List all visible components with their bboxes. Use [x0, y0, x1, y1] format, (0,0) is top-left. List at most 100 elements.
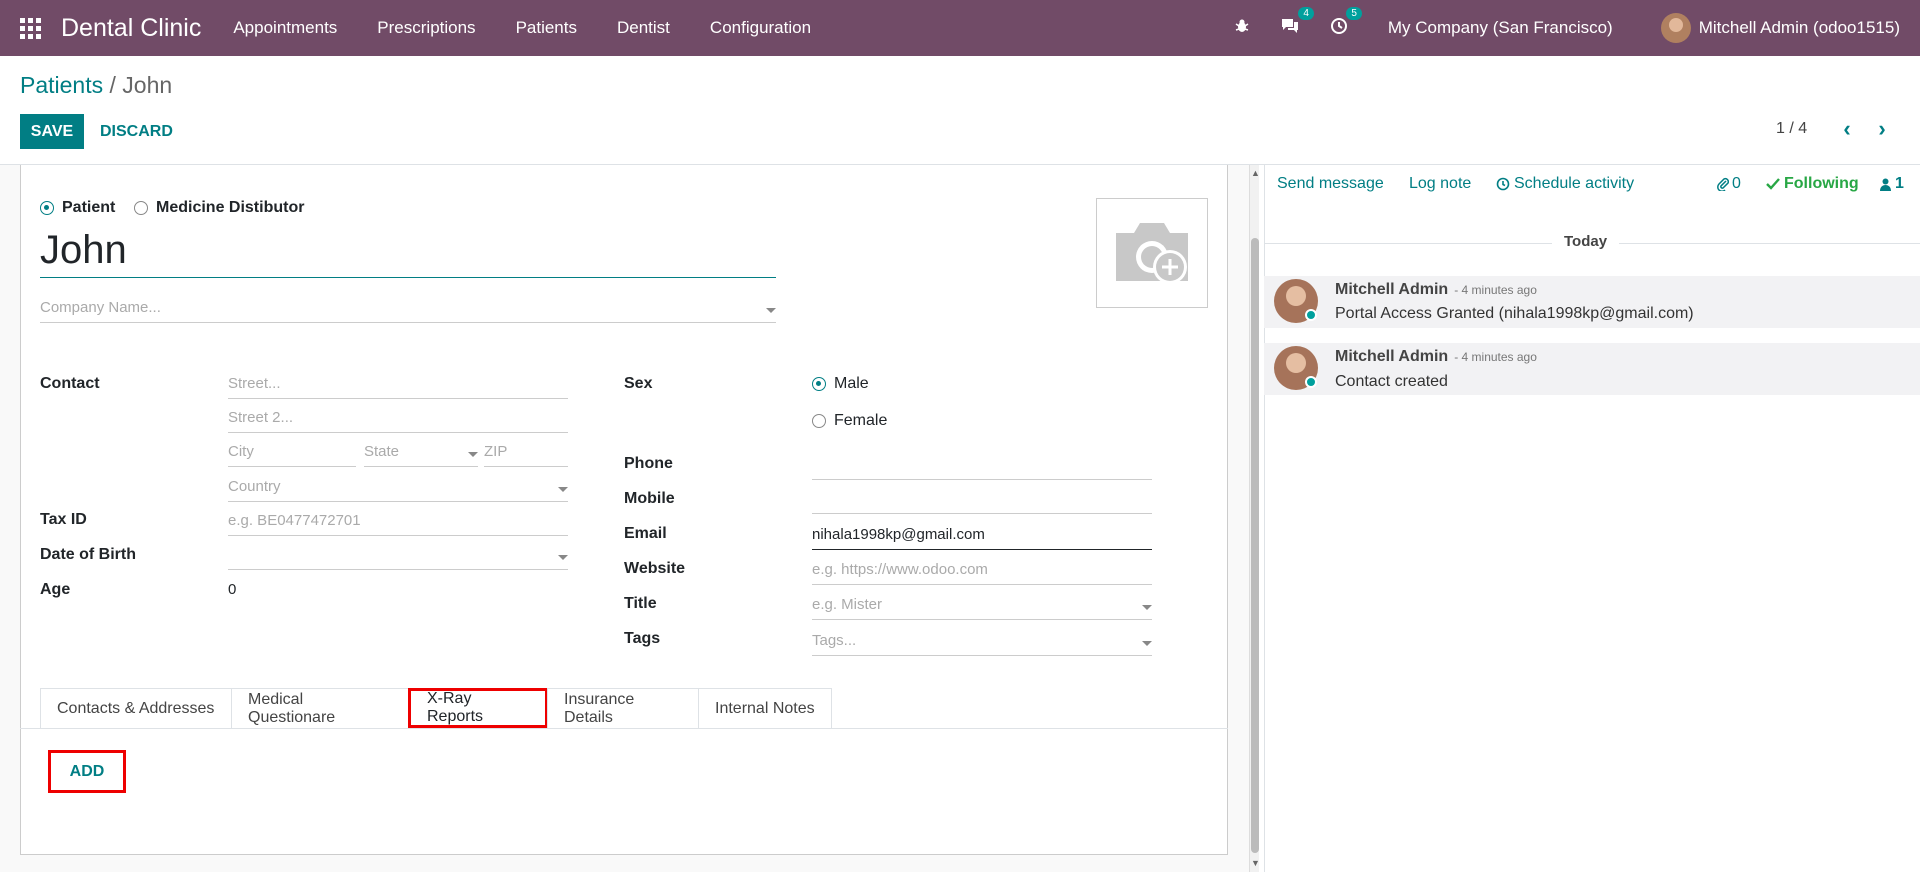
email-label: Email: [624, 525, 667, 542]
messages-icon[interactable]: 4: [1280, 6, 1314, 40]
age-label: Age: [40, 581, 71, 598]
breadcrumb-patients-link[interactable]: Patients: [20, 72, 103, 98]
street-input[interactable]: Street...: [228, 373, 568, 399]
pager-previous-icon[interactable]: ‹: [1836, 118, 1858, 140]
message-body: Contact created: [1335, 373, 1448, 390]
pager-next-icon[interactable]: ›: [1871, 118, 1893, 140]
tags-label: Tags: [624, 630, 661, 647]
tax-id-label: Tax ID: [40, 511, 87, 528]
sex-male-label: Male: [834, 375, 869, 392]
log-note-button[interactable]: Log note: [1409, 175, 1471, 193]
dob-input[interactable]: [228, 544, 568, 570]
type-patient-radio[interactable]: Patient: [40, 199, 115, 217]
scroll-up-icon[interactable]: ▲: [1251, 168, 1260, 178]
patient-name-input[interactable]: John: [40, 226, 776, 278]
phone-label: Phone: [624, 455, 673, 472]
top-navbar: Dental Clinic Appointments Prescriptions…: [0, 0, 1920, 56]
state-placeholder: State: [364, 443, 400, 460]
sex-female-radio[interactable]: Female: [812, 412, 887, 430]
mobile-label: Mobile: [624, 490, 675, 507]
breadcrumb-separator: /: [103, 72, 123, 98]
menu-prescriptions[interactable]: Prescriptions: [377, 18, 475, 38]
user-icon: [1880, 178, 1891, 191]
attachments-button[interactable]: 0: [1717, 175, 1741, 193]
title-label: Title: [624, 595, 657, 612]
tab-internal-notes[interactable]: Internal Notes: [698, 688, 832, 728]
sex-label: Sex: [624, 375, 653, 392]
dropdown-caret-icon: [1142, 641, 1152, 646]
tab-contacts-addresses[interactable]: Contacts & Addresses: [40, 688, 232, 728]
type-distributor-radio[interactable]: Medicine Distibutor: [134, 199, 304, 217]
dropdown-caret-icon: [558, 487, 568, 492]
check-icon: [1766, 178, 1780, 190]
send-message-button[interactable]: Send message: [1277, 175, 1384, 193]
menu-patients[interactable]: Patients: [516, 18, 577, 38]
sex-male-radio[interactable]: Male: [812, 375, 869, 393]
schedule-activity-button[interactable]: Schedule activity: [1496, 175, 1634, 193]
bug-icon[interactable]: [1234, 18, 1250, 39]
type-distributor-label: Medicine Distibutor: [156, 199, 305, 216]
message-time: - 4 minutes ago: [1454, 350, 1537, 364]
website-input[interactable]: e.g. https://www.odoo.com: [812, 559, 1152, 585]
country-select[interactable]: Country: [228, 476, 568, 502]
tab-insurance-details[interactable]: Insurance Details: [547, 688, 699, 728]
radio-unchecked-icon: [134, 201, 148, 215]
message-author[interactable]: Mitchell Admin - 4 minutes ago: [1335, 348, 1537, 366]
street2-input[interactable]: Street 2...: [228, 407, 568, 433]
email-input[interactable]: nihala1998kp@gmail.com: [812, 524, 1152, 550]
city-input[interactable]: City: [228, 441, 356, 467]
tab-medical-questionare[interactable]: Medical Questionare: [231, 688, 409, 728]
message-author-name: Mitchell Admin: [1335, 348, 1449, 365]
scroll-down-icon[interactable]: ▼: [1251, 858, 1260, 868]
form-scrollbar-thumb[interactable]: [1251, 238, 1259, 853]
radio-checked-icon: [40, 201, 54, 215]
tags-placeholder: Tags...: [812, 632, 857, 649]
notebook-tabs: Contacts & Addresses Medical Questionare…: [40, 688, 832, 728]
user-avatar: [1660, 13, 1691, 43]
menu-dentist[interactable]: Dentist: [617, 18, 670, 38]
menu-configuration[interactable]: Configuration: [710, 18, 811, 38]
dropdown-caret-icon: [766, 308, 776, 313]
pager-value[interactable]: 1 / 4: [1776, 120, 1807, 138]
clock-icon: [1496, 177, 1510, 191]
online-status-icon: [1305, 376, 1317, 388]
menu-appointments[interactable]: Appointments: [233, 18, 337, 38]
zip-input[interactable]: ZIP: [484, 441, 568, 467]
message-author[interactable]: Mitchell Admin - 4 minutes ago: [1335, 281, 1537, 299]
dropdown-caret-icon: [558, 555, 568, 560]
tags-input[interactable]: Tags...: [812, 630, 1152, 656]
dob-label: Date of Birth: [40, 546, 136, 563]
title-select[interactable]: e.g. Mister: [812, 594, 1152, 620]
camera-plus-icon: [1116, 223, 1188, 284]
activity-clock-icon[interactable]: 5: [1330, 6, 1362, 40]
apps-menu-icon[interactable]: [0, 0, 60, 56]
sex-female-label: Female: [834, 412, 888, 429]
following-button[interactable]: Following: [1766, 175, 1859, 193]
schedule-activity-label: Schedule activity: [1514, 175, 1635, 192]
company-name-placeholder: Company Name...: [40, 299, 161, 316]
date-separator-label: Today: [1552, 233, 1620, 250]
app-brand[interactable]: Dental Clinic: [61, 14, 201, 43]
title-placeholder: e.g. Mister: [812, 596, 883, 613]
breadcrumb: Patients / John: [20, 72, 172, 99]
age-value: 0: [228, 581, 237, 598]
followers-button[interactable]: 1: [1880, 175, 1904, 193]
user-menu[interactable]: Mitchell Admin (odoo1515): [1660, 13, 1900, 43]
add-xray-report-button[interactable]: ADD: [48, 750, 126, 793]
messages-counter: 4: [1298, 6, 1314, 20]
radio-checked-icon: [812, 377, 826, 391]
discard-button[interactable]: DISCARD: [100, 114, 173, 149]
type-patient-label: Patient: [62, 199, 116, 216]
phone-input[interactable]: [812, 454, 1152, 480]
save-button[interactable]: SAVE: [20, 114, 84, 149]
mobile-input[interactable]: [812, 488, 1152, 514]
paperclip-icon: [1717, 177, 1729, 191]
company-switcher[interactable]: My Company (San Francisco): [1388, 18, 1613, 38]
state-select[interactable]: State: [364, 441, 478, 467]
tax-id-input[interactable]: e.g. BE0477472701: [228, 510, 568, 536]
dropdown-caret-icon: [1142, 605, 1152, 610]
country-placeholder: Country: [228, 478, 281, 495]
tab-xray-reports[interactable]: X-Ray Reports: [408, 688, 548, 728]
patient-photo-upload[interactable]: [1096, 198, 1208, 308]
company-name-input[interactable]: Company Name...: [40, 297, 776, 323]
